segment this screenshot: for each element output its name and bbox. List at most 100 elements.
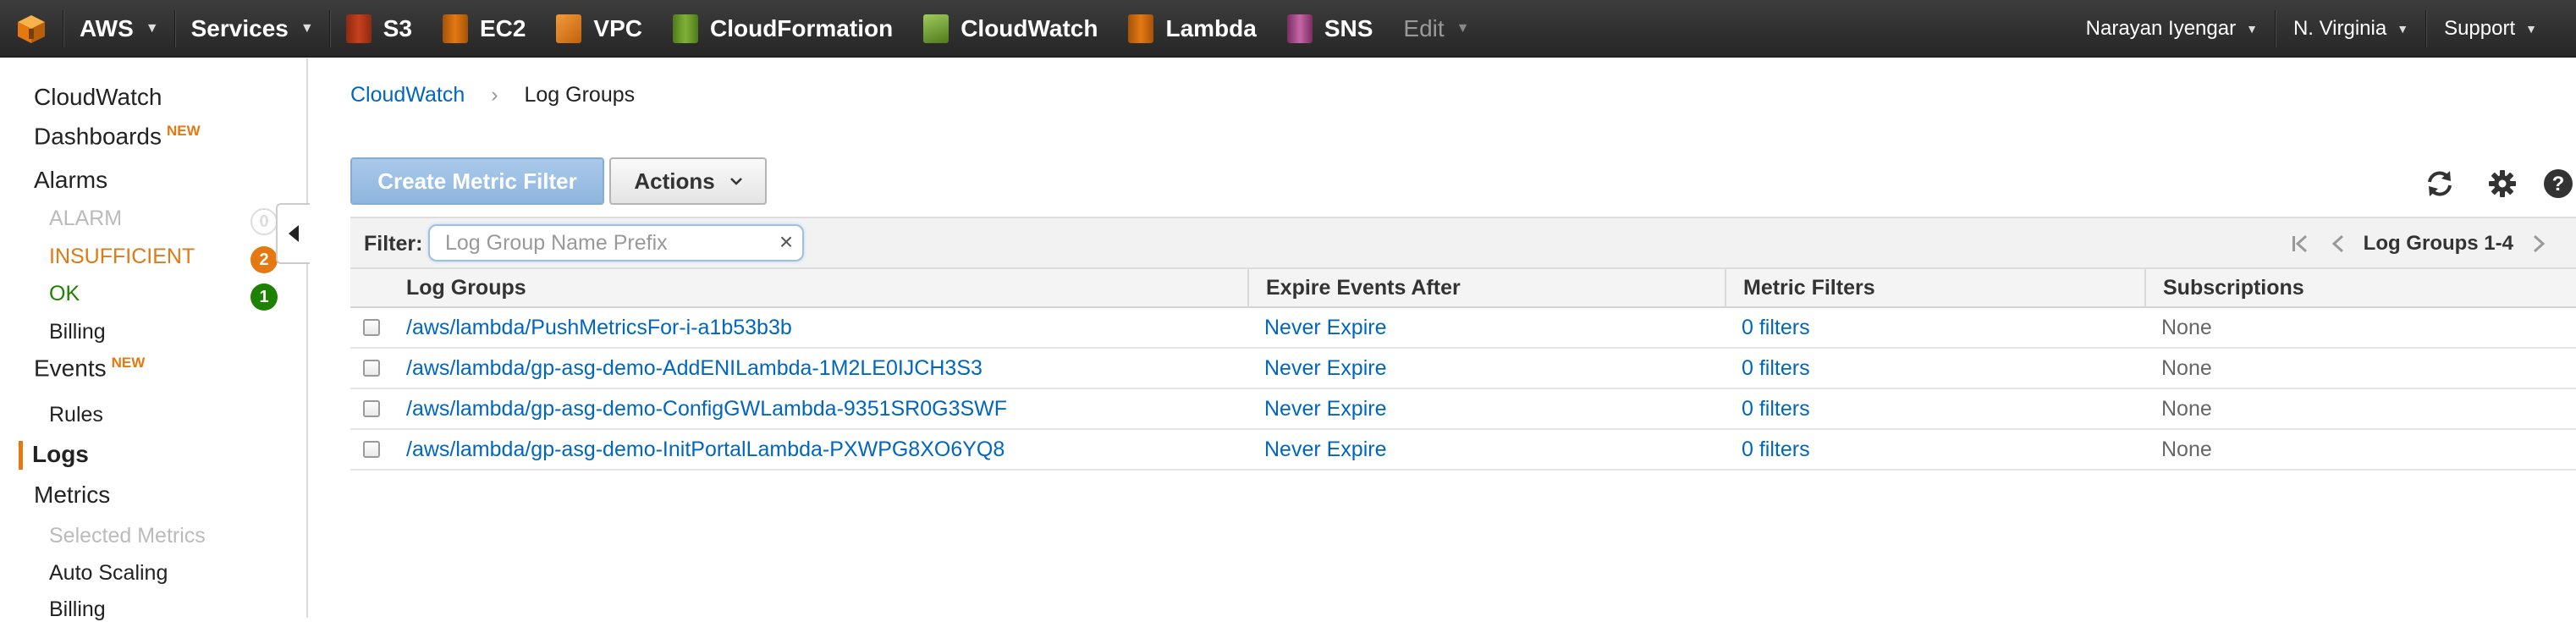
filter-label: Filter: [364,232,423,256]
sidebar-item-selected-metrics[interactable]: Selected Metrics [49,524,206,548]
sidebar-item-label: Events [34,355,107,382]
sns-icon [1286,14,1313,43]
cloudformation-icon [672,14,698,43]
expire-events-link[interactable]: Never Expire [1247,349,1387,388]
region-menu[interactable]: N. Virginia ▼ [2276,0,2425,58]
subscriptions-value: None [2161,315,2212,339]
column-header-subscriptions[interactable]: Subscriptions [2144,269,2304,306]
log-group-link[interactable]: /aws/lambda/gp-asg-demo-ConfigGWLambda-9… [406,389,1007,428]
nav-shortcut-s3[interactable]: S3 [331,0,427,58]
breadcrumb-cloudwatch-link[interactable]: CloudWatch [350,83,465,107]
pagination-range: Log Groups 1-4 [2363,232,2513,255]
row-checkbox[interactable] [363,400,380,417]
sidebar-item-cloudwatch[interactable]: CloudWatch [34,84,162,111]
create-metric-filter-button[interactable]: Create Metric Filter [350,157,604,205]
log-group-link[interactable]: /aws/lambda/gp-asg-demo-AddENILambda-1M2… [406,349,983,388]
sidebar-item-billing-alarms[interactable]: Billing [49,320,106,344]
sidebar-item-billing-metrics[interactable]: Billing [49,597,106,622]
column-header-metric-filters[interactable]: Metric Filters [1725,269,1875,306]
sidebar-collapse-button[interactable] [276,203,310,264]
log-group-link[interactable]: /aws/lambda/gp-asg-demo-InitPortalLambda… [406,430,1005,469]
help-icon[interactable]: ? [2542,168,2574,200]
actions-button[interactable]: Actions [609,157,767,205]
nav-shortcut-label: SNS [1324,14,1373,41]
breadcrumb: CloudWatch › Log Groups [350,83,635,107]
sidebar-item-ok[interactable]: OK [49,282,80,306]
sidebar-item-label: Metrics [34,482,111,508]
filter-bar: Filter: × Log Groups 1-4 [350,217,2576,269]
chevron-down-icon: ▼ [300,20,314,36]
row-checkbox[interactable] [363,360,380,377]
sidebar-item-label: Auto Scaling [49,561,168,585]
next-page-icon[interactable] [2525,232,2551,256]
aws-logo-icon[interactable] [0,0,63,58]
services-menu[interactable]: Services ▼ [176,0,329,58]
expire-events-link[interactable]: Never Expire [1247,430,1387,469]
chevron-left-icon [289,225,299,242]
sidebar-item-label: CloudWatch [34,84,162,110]
row-checkbox[interactable] [363,319,380,336]
edit-label: Edit [1403,14,1445,41]
nav-shortcut-cloudwatch[interactable]: CloudWatch [908,0,1113,58]
nav-shortcut-label: CloudFormation [709,14,894,41]
metric-filters-link[interactable]: 0 filters [1725,389,1810,428]
sidebar-item-metrics[interactable]: Metrics [34,482,110,509]
sidebar-item-label: Dashboards [34,123,162,150]
subscriptions-value: None [2161,355,2212,380]
chevron-down-icon [729,178,742,185]
previous-page-icon[interactable] [2326,232,2352,256]
user-menu[interactable]: Narayan Iyengar ▼ [2069,0,2275,58]
sidebar-item-insufficient[interactable]: INSUFFICIENT [49,245,195,269]
sidebar-item-alarm[interactable]: ALARM [49,206,122,231]
aws-menu-label: AWS [80,14,134,41]
metric-filters-link[interactable]: 0 filters [1725,430,1810,469]
sidebar-item-logs[interactable]: Logs [32,441,89,468]
log-groups-table: Log Groups Expire Events After Metric Fi… [350,269,2576,471]
nav-shortcut-label: CloudWatch [960,14,1098,41]
refresh-icon[interactable] [2424,168,2456,200]
sidebar-item-alarms[interactable]: Alarms [34,167,107,194]
nav-shortcut-lambda[interactable]: Lambda [1113,0,1271,58]
expire-events-link[interactable]: Never Expire [1247,308,1387,347]
row-checkbox[interactable] [363,441,380,458]
gear-icon[interactable] [2486,168,2518,200]
sidebar-item-events[interactable]: Events NEW [34,355,145,382]
column-header-expire-events[interactable]: Expire Events After [1247,269,1461,306]
column-header-log-groups[interactable]: Log Groups [406,269,526,306]
metric-filters-link[interactable]: 0 filters [1725,349,1810,388]
nav-shortcut-cloudformation[interactable]: CloudFormation [658,0,908,58]
chevron-down-icon: ▼ [2525,21,2537,36]
nav-shortcut-label: S3 [383,14,412,41]
chevron-down-icon: ▼ [2246,21,2258,36]
metric-filters-link[interactable]: 0 filters [1725,308,1810,347]
breadcrumb-current: Log Groups [524,83,636,107]
active-indicator [19,441,23,470]
first-page-icon[interactable] [2289,232,2315,256]
pagination: Log Groups 1-4 [2289,228,2551,259]
sidebar-item-dashboards[interactable]: Dashboards NEW [34,123,201,150]
table-row: /aws/lambda/gp-asg-demo-AddENILambda-1M2… [350,349,2576,389]
nav-shortcut-label: Lambda [1165,14,1257,41]
nav-shortcut-label: EC2 [479,14,526,41]
support-menu[interactable]: Support ▼ [2427,0,2576,58]
aws-menu[interactable]: AWS ▼ [64,0,174,58]
user-name: Narayan Iyengar [2085,16,2237,40]
expire-events-link[interactable]: Never Expire [1247,389,1387,428]
log-group-filter-input[interactable] [428,224,804,261]
sidebar-item-auto-scaling[interactable]: Auto Scaling [49,561,168,586]
table-header-row: Log Groups Expire Events After Metric Fi… [350,269,2576,308]
services-menu-label: Services [190,14,289,41]
log-group-link[interactable]: /aws/lambda/PushMetricsFor-i-a1b53b3b [406,308,792,347]
nav-account-area: Narayan Iyengar ▼ N. Virginia ▼ Support … [2069,0,2576,58]
nav-shortcut-sns[interactable]: SNS [1272,0,1389,58]
sidebar-item-rules[interactable]: Rules [49,403,103,427]
clear-filter-icon[interactable]: × [773,228,799,256]
breadcrumb-separator: › [491,83,498,107]
nav-shortcut-vpc[interactable]: VPC [541,0,658,58]
table-row: /aws/lambda/gp-asg-demo-ConfigGWLambda-9… [350,389,2576,430]
nav-shortcut-ec2[interactable]: EC2 [427,0,541,58]
edit-shortcuts-menu[interactable]: Edit ▼ [1388,0,1484,58]
svg-text:?: ? [2552,173,2565,195]
sidebar-item-label: Alarms [34,167,108,193]
chevron-down-icon: ▼ [2397,21,2409,36]
